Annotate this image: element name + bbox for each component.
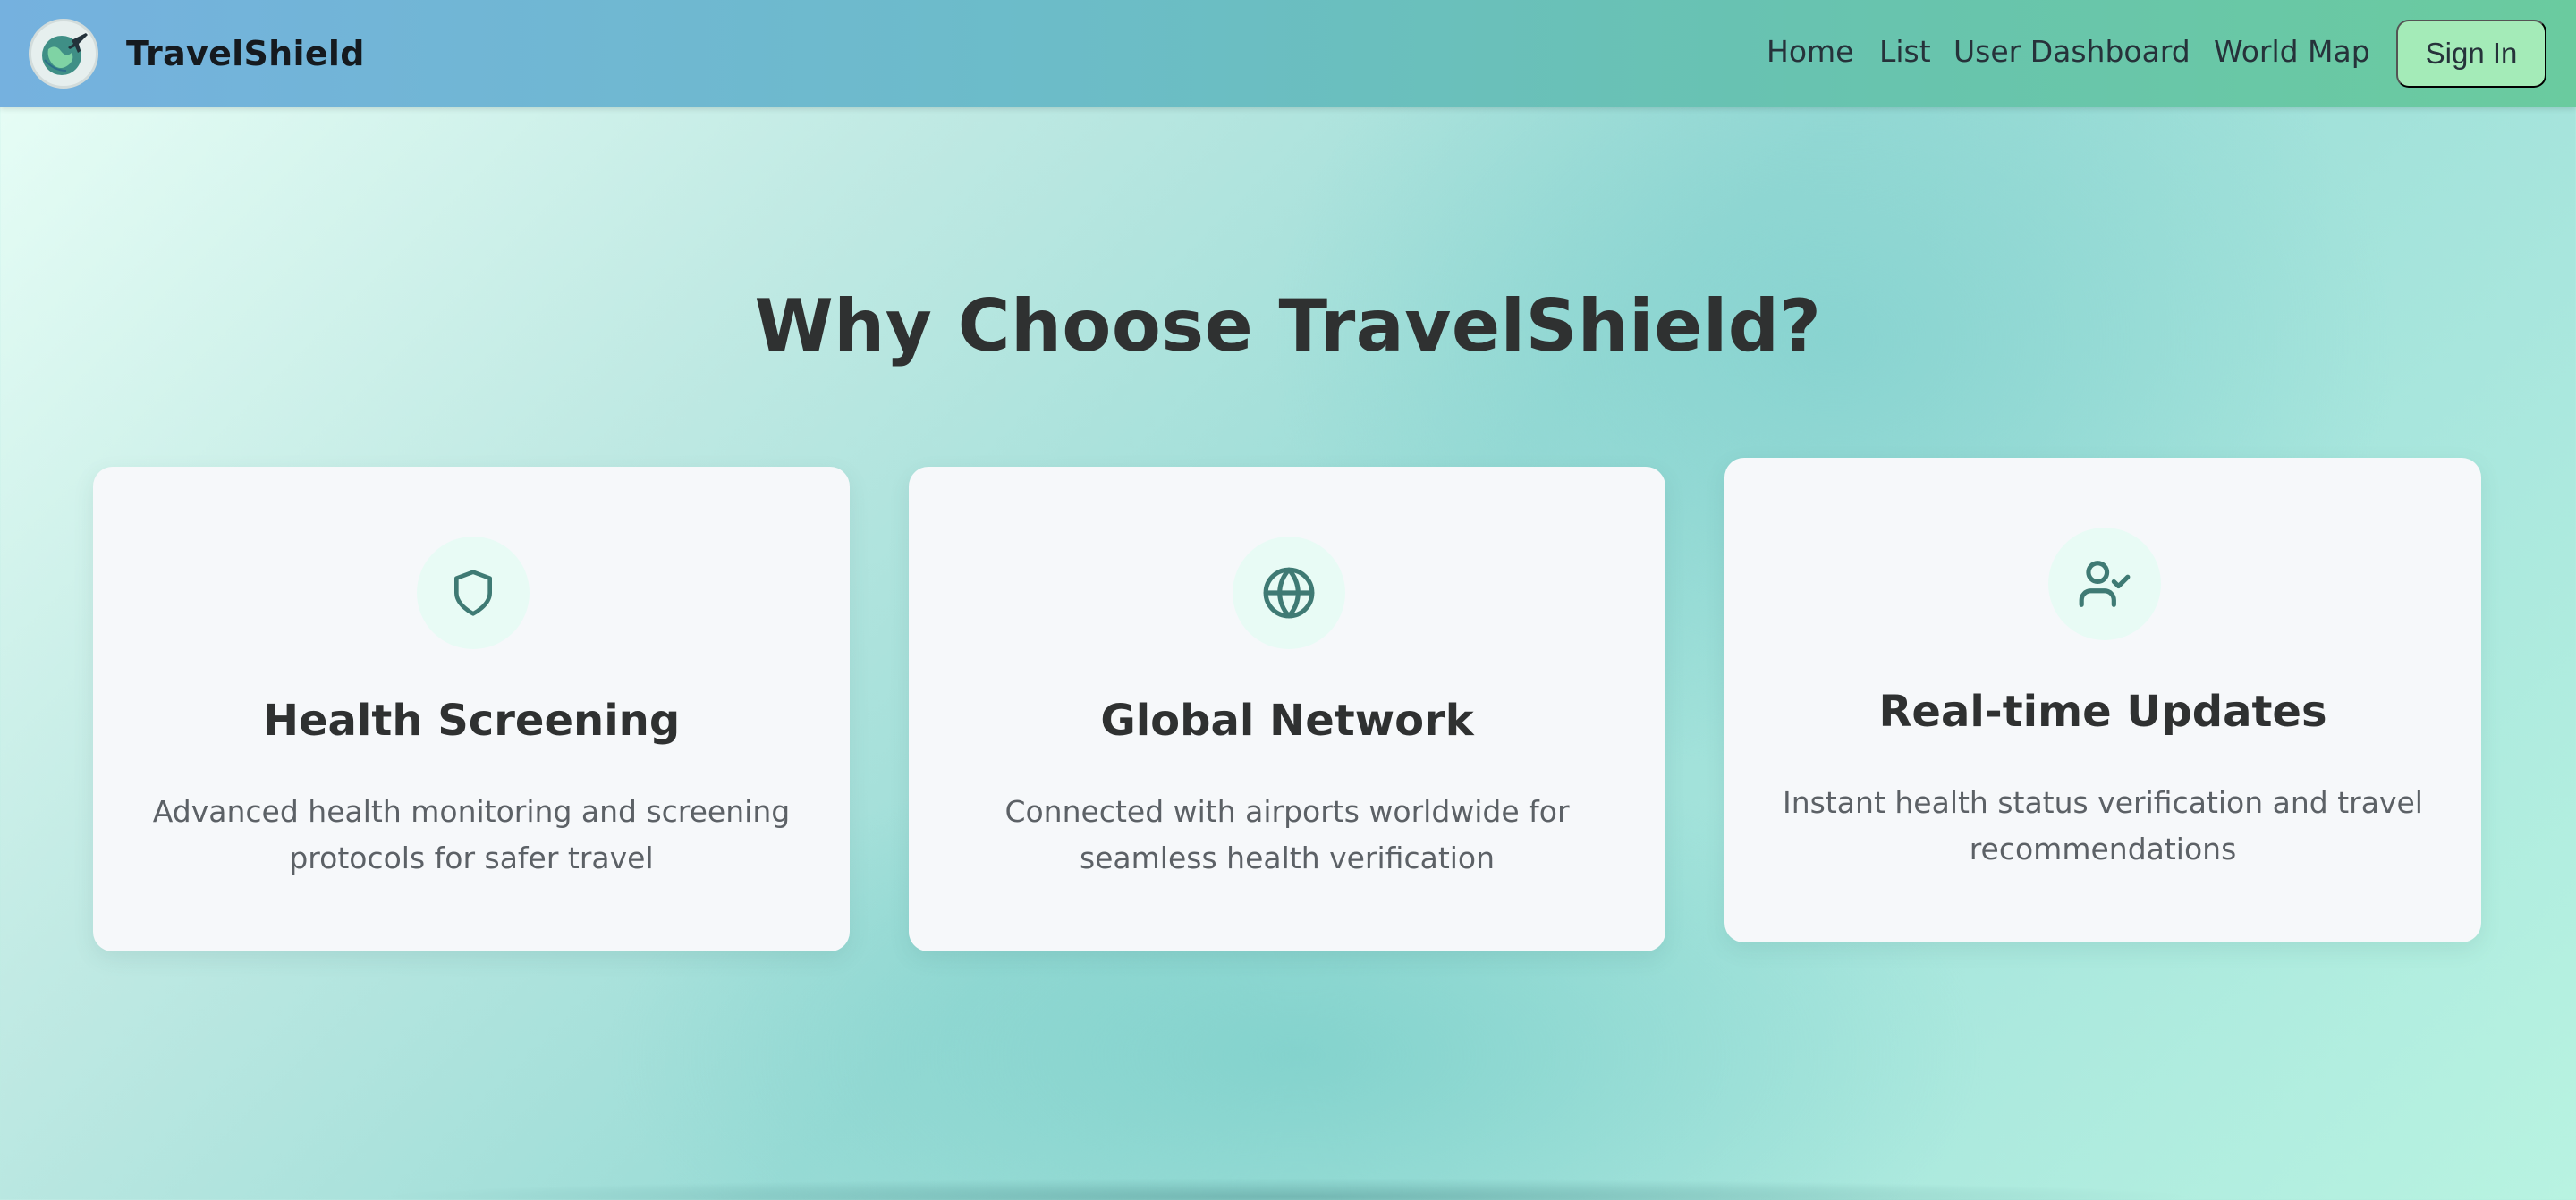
sign-in-button[interactable]: Sign In: [2396, 20, 2546, 88]
feature-card-description: Advanced health monitoring and screening…: [152, 794, 791, 875]
feature-icon-circle: [417, 537, 530, 649]
globe-plane-logo-icon: [42, 33, 88, 75]
feature-icon-circle: [2048, 528, 2161, 640]
nav-link-home[interactable]: Home: [1767, 34, 1853, 69]
feature-card-description: Connected with airports worldwide for se…: [1004, 794, 1570, 875]
brand-logo[interactable]: [29, 19, 98, 89]
user-check-icon: [2079, 561, 2131, 607]
globe-icon: [1263, 567, 1315, 619]
top-navbar: TravelShield Home List User Dashboard Wo…: [0, 0, 2576, 107]
feature-card-title: Global Network: [1100, 696, 1474, 746]
feature-card-health-screening: Health Screening Advanced health monitor…: [93, 467, 850, 951]
shield-icon: [454, 570, 492, 616]
feature-card-title: Health Screening: [262, 696, 681, 746]
feature-card-global-network: Global Network Connected with airports w…: [909, 467, 1665, 951]
feature-card-real-time-updates: Real-time Updates Instant health status …: [1724, 458, 2481, 942]
nav-link-list[interactable]: List: [1879, 34, 1931, 69]
nav-link-user-dashboard[interactable]: User Dashboard: [1953, 34, 2190, 69]
feature-card-description: Instant health status verification and t…: [1783, 785, 2423, 866]
nav-link-world-map[interactable]: World Map: [2214, 34, 2370, 69]
page-title: Why Choose TravelShield?: [754, 284, 1822, 368]
feature-icon-circle: [1233, 537, 1345, 649]
next-section-shadow: [376, 1179, 2200, 1200]
feature-card-title: Real-time Updates: [1878, 687, 2327, 737]
brand-name[interactable]: TravelShield: [126, 34, 365, 73]
